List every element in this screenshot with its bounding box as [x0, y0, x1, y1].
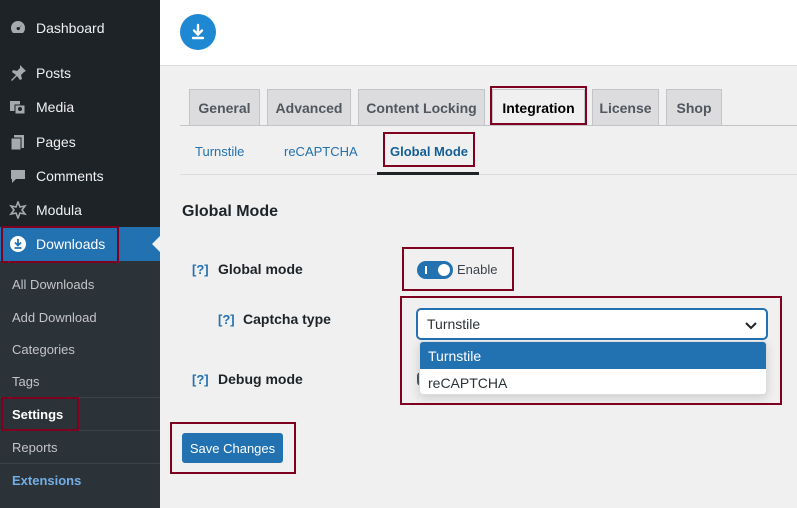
- active-subtab-indicator: [377, 172, 479, 175]
- submenu-all-downloads[interactable]: All Downloads: [12, 277, 94, 292]
- submenu-reports[interactable]: Reports: [12, 440, 58, 455]
- tab-license[interactable]: License: [592, 89, 659, 125]
- submenu-settings[interactable]: Settings: [12, 407, 63, 422]
- media-icon: [8, 97, 28, 117]
- toggle-on-mark: [425, 266, 427, 274]
- submenu-extensions[interactable]: Extensions: [12, 473, 81, 488]
- plugin-logo-icon: [180, 14, 216, 50]
- menu-label: Posts: [36, 65, 72, 81]
- subtab-turnstile[interactable]: Turnstile: [195, 144, 244, 159]
- menu-item-modula[interactable]: Modula: [0, 193, 160, 227]
- dropdown-option-turnstile[interactable]: Turnstile: [420, 342, 766, 369]
- dashboard-icon: [8, 18, 28, 38]
- submenu-divider: [0, 430, 160, 431]
- submenu-divider: [0, 397, 160, 398]
- tab-shop[interactable]: Shop: [666, 89, 722, 125]
- tab-advanced[interactable]: Advanced: [267, 89, 351, 125]
- chevron-down-icon: [744, 318, 758, 335]
- help-icon[interactable]: [?]: [192, 262, 209, 277]
- subtab-global-mode[interactable]: Global Mode: [390, 144, 468, 159]
- save-changes-button[interactable]: Save Changes: [182, 433, 283, 463]
- captcha-type-label: Captcha type: [243, 311, 331, 327]
- modula-icon: [8, 200, 28, 220]
- tab-integration[interactable]: Integration: [492, 89, 585, 126]
- subtab-recaptcha[interactable]: reCAPTCHA: [284, 144, 358, 159]
- menu-item-posts[interactable]: Posts: [0, 56, 160, 90]
- global-mode-toggle-label: Enable: [457, 262, 498, 277]
- tab-general[interactable]: General: [189, 89, 260, 125]
- captcha-type-select[interactable]: Turnstile: [417, 309, 767, 339]
- global-mode-label: Global mode: [218, 261, 303, 277]
- submenu-divider: [0, 463, 160, 464]
- tabs-divider: [180, 125, 797, 126]
- admin-sidebar: Dashboard Posts Media Pages Comments Mod…: [0, 0, 160, 508]
- downloads-submenu: All Downloads Add Download Categories Ta…: [0, 261, 160, 508]
- help-icon[interactable]: [?]: [218, 312, 235, 327]
- menu-item-media[interactable]: Media: [0, 90, 160, 124]
- submenu-tags[interactable]: Tags: [12, 374, 39, 389]
- menu-item-dashboard[interactable]: Dashboard: [0, 11, 160, 45]
- help-icon[interactable]: [?]: [192, 372, 209, 387]
- debug-mode-label: Debug mode: [218, 371, 303, 387]
- comment-icon: [8, 166, 28, 186]
- download-icon: [8, 234, 28, 254]
- menu-item-downloads[interactable]: Downloads: [0, 227, 160, 261]
- menu-label: Comments: [36, 168, 104, 184]
- menu-label: Downloads: [36, 236, 106, 252]
- menu-label: Media: [36, 99, 75, 115]
- menu-item-comments[interactable]: Comments: [0, 159, 160, 193]
- subtabs-divider: [180, 174, 797, 175]
- dropdown-option-recaptcha[interactable]: reCAPTCHA: [420, 369, 766, 394]
- plugin-header: [160, 0, 797, 66]
- submenu-add-download[interactable]: Add Download: [12, 310, 97, 325]
- menu-label: Pages: [36, 134, 76, 150]
- menu-label: Dashboard: [36, 20, 105, 36]
- pages-icon: [8, 132, 28, 152]
- submenu-categories[interactable]: Categories: [12, 342, 75, 357]
- pin-icon: [8, 63, 28, 83]
- captcha-type-value: Turnstile: [427, 316, 481, 332]
- toggle-knob: [438, 264, 450, 276]
- active-arrow: [152, 236, 160, 252]
- global-mode-toggle[interactable]: [417, 261, 453, 279]
- section-title: Global Mode: [182, 203, 278, 220]
- menu-item-pages[interactable]: Pages: [0, 125, 160, 159]
- captcha-type-dropdown: Turnstile reCAPTCHA: [419, 341, 767, 395]
- tab-content-locking[interactable]: Content Locking: [358, 89, 485, 125]
- menu-label: Modula: [36, 202, 82, 218]
